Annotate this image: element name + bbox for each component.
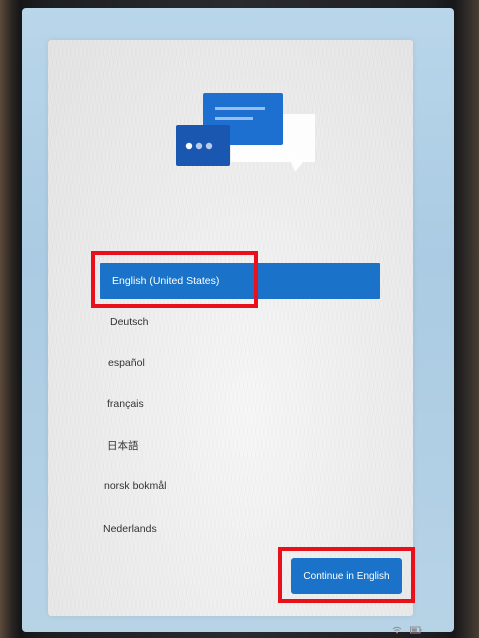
- language-item-espanol[interactable]: español: [100, 345, 380, 381]
- battery-icon: [410, 626, 422, 634]
- chat-bubbles-icon: [176, 93, 315, 172]
- language-item-deutsch[interactable]: Deutsch: [100, 304, 380, 340]
- system-tray: [392, 626, 422, 634]
- language-label: Nederlands: [103, 523, 157, 535]
- language-label: français: [107, 398, 144, 410]
- language-label: Deutsch: [110, 316, 149, 328]
- language-label: norsk bokmål: [104, 480, 167, 492]
- continue-button[interactable]: Continue in English: [291, 558, 402, 594]
- device-bezel-right: [453, 0, 479, 638]
- language-label: 日本語: [107, 439, 139, 452]
- language-item-japanese[interactable]: 日本語: [100, 427, 380, 463]
- language-label: español: [108, 357, 145, 369]
- tablet-device: English (United States) Deutsch español …: [0, 0, 479, 638]
- language-item-nederlands[interactable]: Nederlands: [100, 511, 380, 547]
- device-bezel-left: [0, 0, 20, 638]
- wifi-icon: [392, 626, 402, 634]
- language-item-francais[interactable]: français: [100, 386, 380, 422]
- language-label: English (United States): [112, 275, 220, 287]
- language-item-english[interactable]: English (United States): [100, 263, 380, 299]
- language-item-norsk[interactable]: norsk bokmål: [100, 468, 380, 504]
